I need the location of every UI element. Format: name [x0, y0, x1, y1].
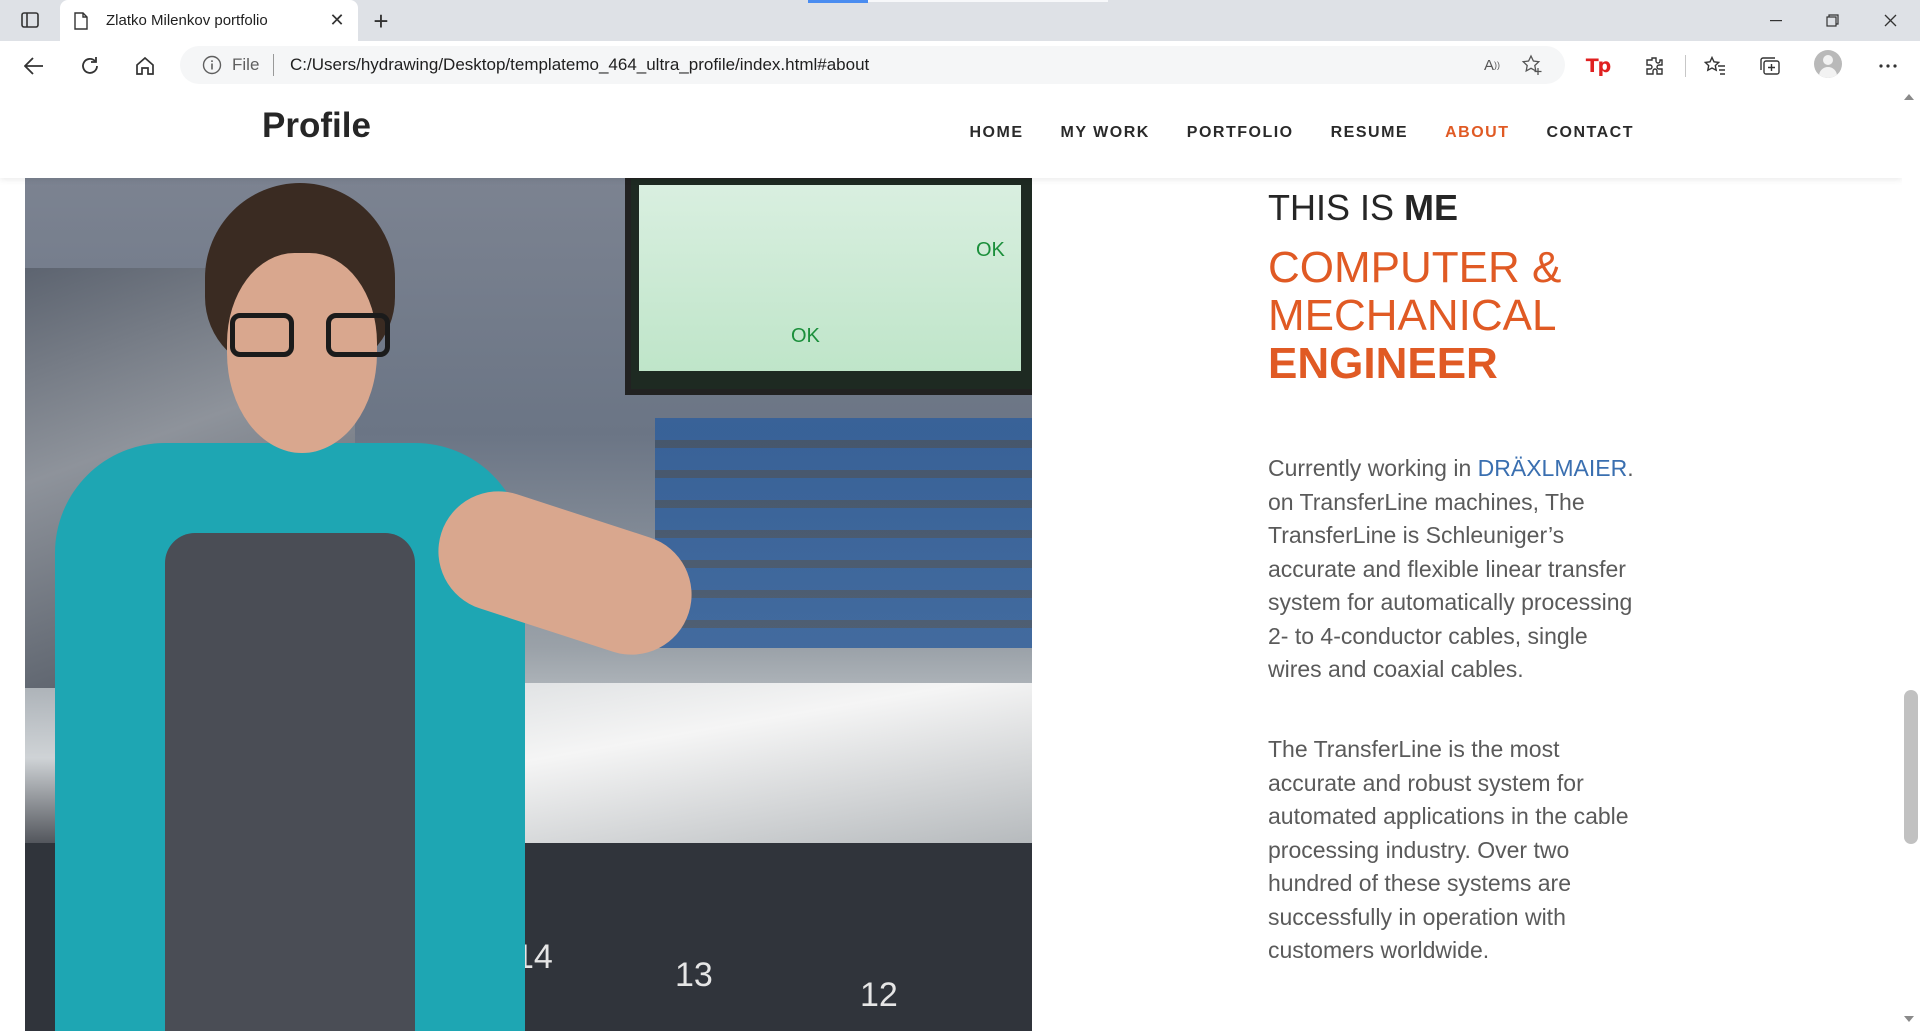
profile-photo: OK OK 18 14 13 12 — [25, 178, 1032, 1031]
scrollbar-thumb[interactable] — [1904, 690, 1918, 844]
station-number: 12 — [860, 976, 898, 1014]
monitor-label: OK — [976, 239, 1005, 261]
tab-title: Zlatko Milenkov portfolio — [106, 12, 268, 29]
title-line-3: ENGINEER — [1268, 339, 1498, 388]
add-favorite-icon[interactable] — [1519, 53, 1545, 77]
window-close-icon[interactable] — [1862, 0, 1918, 41]
photo-shelves — [655, 418, 1032, 648]
title-line-1: COMPUTER & — [1268, 243, 1562, 292]
title-line-2: MECHANICAL — [1268, 291, 1557, 340]
more-icon[interactable] — [1870, 49, 1906, 83]
address-separator — [273, 54, 274, 76]
browser-tab[interactable]: Zlatko Milenkov portfolio ✕ — [60, 0, 358, 41]
browser-tab-bar: Zlatko Milenkov portfolio ✕ + — [0, 0, 1920, 41]
plus-icon[interactable]: + — [366, 6, 396, 36]
read-aloud-icon[interactable]: A)) — [1479, 53, 1505, 77]
nav-resume[interactable]: RESUME — [1331, 124, 1408, 142]
scroll-down-arrow-icon[interactable] — [1904, 1016, 1914, 1022]
address-bar[interactable]: File C:/Users/hydrawing/Desktop/template… — [180, 46, 1565, 84]
scroll-up-arrow-icon[interactable] — [1904, 94, 1914, 100]
close-icon[interactable]: ✕ — [322, 6, 352, 36]
browser-toolbar: File C:/Users/hydrawing/Desktop/template… — [0, 41, 1920, 91]
extensions-icon[interactable] — [1636, 49, 1672, 83]
station-number: 13 — [675, 956, 713, 994]
loading-indicator — [808, 0, 868, 3]
minimize-icon[interactable] — [1748, 0, 1804, 41]
site-header: Profile HOME MY WORK PORTFOLIO RESUME AB… — [0, 90, 1902, 178]
about-title: COMPUTER & MECHANICAL ENGINEER — [1268, 244, 1648, 388]
photo-person — [55, 183, 708, 1031]
restore-icon[interactable] — [1804, 0, 1860, 41]
home-icon[interactable] — [127, 49, 163, 83]
about-paragraph-2: The TransferLine is the most accurate an… — [1268, 736, 1629, 963]
nav-contact[interactable]: CONTACT — [1546, 124, 1634, 142]
site-logo[interactable]: Profile — [262, 106, 371, 146]
page-icon — [74, 11, 94, 31]
photo-monitor: OK OK — [625, 178, 1032, 395]
back-icon[interactable] — [16, 49, 52, 83]
about-paragraph-1: Currently working in DRÄXLMAIER. on Tran… — [1268, 455, 1634, 682]
collections-icon[interactable] — [1752, 49, 1788, 83]
monitor-label: OK — [791, 325, 820, 347]
web-page: Profile HOME MY WORK PORTFOLIO RESUME AB… — [0, 90, 1902, 1031]
nav-about[interactable]: ABOUT — [1445, 124, 1509, 142]
info-icon[interactable] — [202, 55, 222, 75]
tp-extension-icon[interactable]: Tp — [1580, 49, 1616, 83]
toolbar-separator — [1685, 55, 1686, 77]
about-subheading: THIS IS ME — [1268, 187, 1459, 228]
nav-my-work[interactable]: MY WORK — [1060, 124, 1149, 142]
refresh-icon[interactable] — [72, 49, 108, 83]
address-prefix: File — [232, 55, 260, 74]
scrollbar[interactable] — [1902, 90, 1920, 1031]
nav-home[interactable]: HOME — [969, 124, 1023, 142]
company-link[interactable]: DRÄXLMAIER — [1478, 455, 1628, 481]
profile-icon[interactable] — [1814, 50, 1842, 78]
main-nav: HOME MY WORK PORTFOLIO RESUME ABOUT CONT… — [932, 124, 1634, 142]
loading-track — [868, 0, 1108, 2]
nav-portfolio[interactable]: PORTFOLIO — [1187, 124, 1294, 142]
tab-actions-icon[interactable] — [14, 8, 46, 32]
url-text[interactable]: C:/Users/hydrawing/Desktop/templatemo_46… — [290, 55, 869, 75]
favorites-icon[interactable] — [1697, 49, 1733, 83]
